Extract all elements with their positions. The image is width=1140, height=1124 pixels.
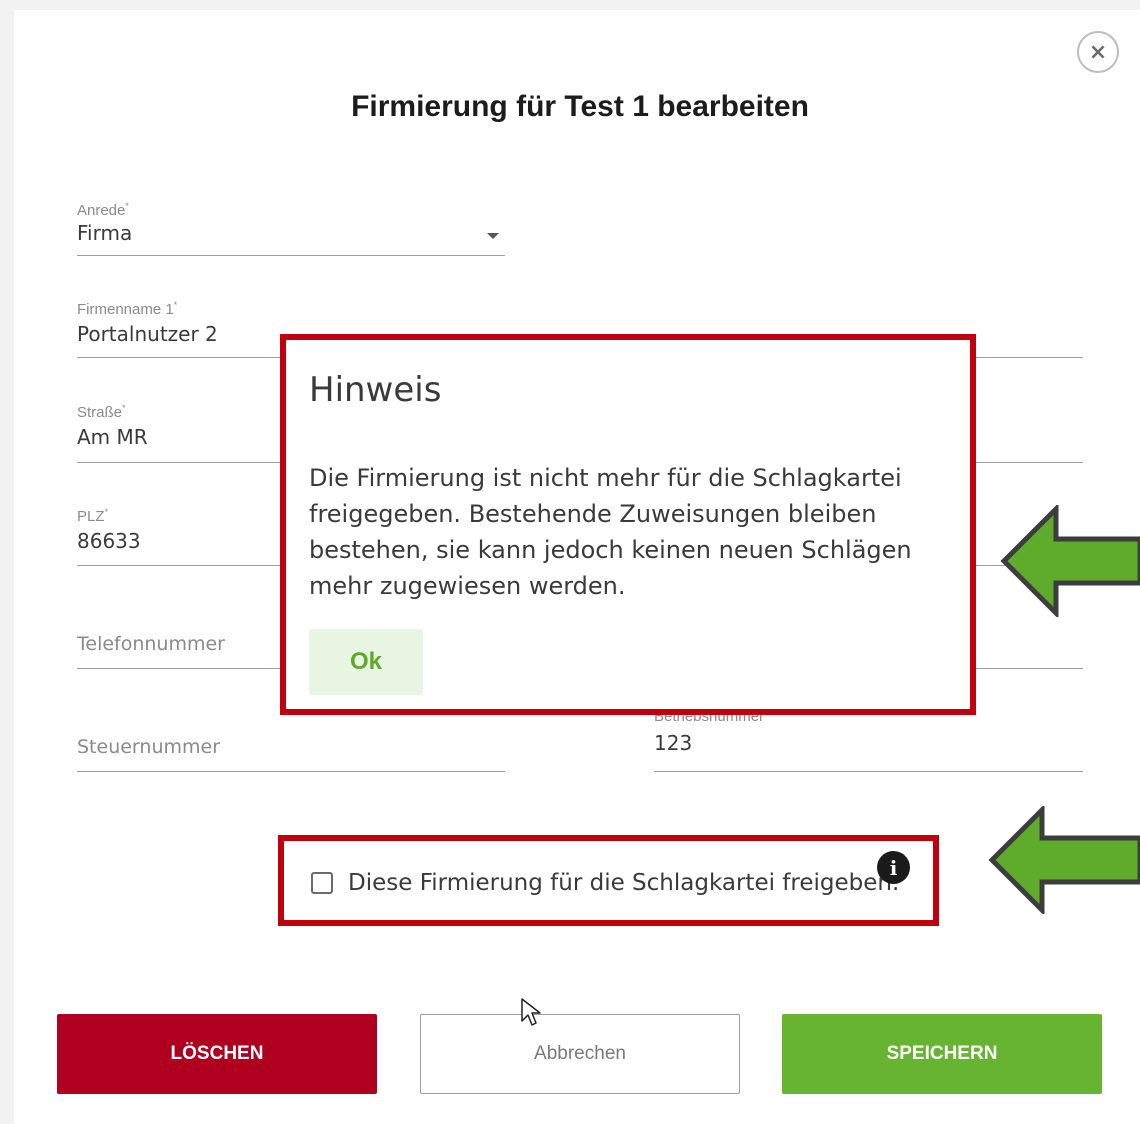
firmenname1-field[interactable]: Firmenname 1* Portalnutzer 2	[77, 300, 218, 346]
betriebsnummer-field[interactable]: Betriebsnummer 123	[654, 708, 764, 755]
cancel-button[interactable]: Abbrechen	[420, 1014, 740, 1094]
close-icon[interactable]: ×	[1077, 31, 1119, 73]
release-checkbox-label[interactable]: Diese Firmierung für die Schlagkartei fr…	[348, 870, 899, 896]
arrow-left-icon	[1000, 505, 1140, 617]
plz-underline	[77, 565, 287, 566]
firmenname1-label: Firmenname 1*	[77, 300, 178, 318]
arrow-left-icon	[988, 806, 1140, 914]
plz-field[interactable]: PLZ* 86633	[77, 507, 141, 553]
hausnummer-underline	[975, 462, 1083, 463]
betriebsnummer-underline	[654, 771, 1083, 772]
strasse-value: Am MR	[77, 425, 148, 449]
anrede-label: Anrede*	[77, 201, 129, 219]
popup-message: Die Firmierung ist nicht mehr für die Sc…	[309, 464, 912, 600]
plz-value: 86633	[77, 529, 141, 553]
info-icon[interactable]: i	[877, 851, 910, 884]
popup-title: Hinweis	[309, 370, 442, 410]
strasse-label: Straße*	[77, 403, 126, 421]
anrede-field[interactable]: Anrede* Firma	[77, 201, 132, 245]
steuernummer-placeholder: Steuernummer	[77, 736, 221, 758]
firmenname1-value: Portalnutzer 2	[77, 322, 218, 346]
betriebsnummer-value: 123	[654, 731, 693, 755]
firmenname1-underline	[77, 357, 287, 358]
delete-button[interactable]: LÖSCHEN	[57, 1014, 377, 1094]
telefon-underline	[77, 668, 287, 669]
chevron-down-icon[interactable]	[487, 233, 499, 239]
steuernummer-underline	[77, 771, 505, 772]
release-checkbox[interactable]	[311, 872, 333, 894]
email-underline	[975, 668, 1083, 669]
telefon-field[interactable]: Telefonnummer	[77, 633, 225, 655]
ok-button[interactable]: Ok	[309, 629, 423, 695]
anrede-underline	[77, 255, 505, 256]
strasse-field[interactable]: Straße* Am MR	[77, 403, 148, 449]
steuernummer-field[interactable]: Steuernummer	[77, 736, 220, 758]
save-button[interactable]: SPEICHERN	[782, 1014, 1102, 1094]
hinweis-popup: Hinweis Die Firmierung ist nicht mehr fü…	[280, 334, 976, 715]
telefon-placeholder: Telefonnummer	[77, 633, 225, 655]
firmenname2-underline	[975, 357, 1083, 358]
anrede-value: Firma	[77, 221, 133, 245]
strasse-underline	[77, 462, 287, 463]
mouse-cursor-icon	[521, 998, 541, 1026]
dialog-title: Firmierung für Test 1 bearbeiten	[351, 90, 809, 123]
plz-label: PLZ*	[77, 507, 109, 525]
